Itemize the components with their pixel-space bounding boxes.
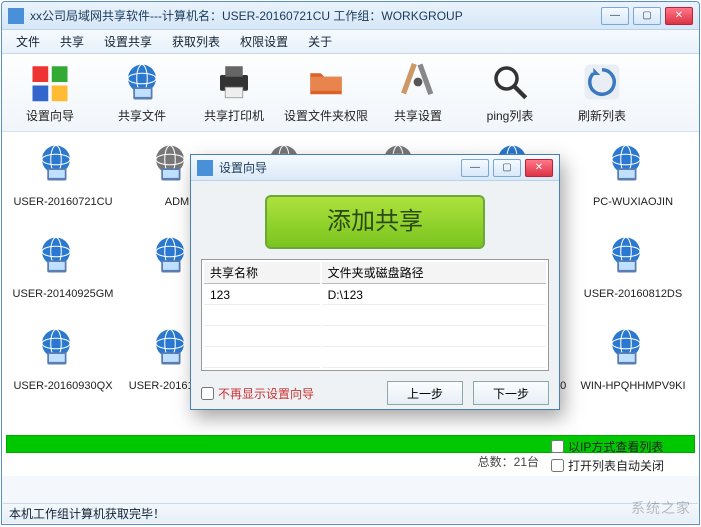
share-table[interactable]: 共享名称 文件夹或磁盘路径 123D:\123 — [201, 259, 549, 371]
computer-icon — [35, 326, 91, 378]
computer-label: USER-20160812DS — [584, 288, 682, 300]
table-row[interactable]: 123D:\123 — [204, 286, 546, 305]
computer-item[interactable]: WIN-HPQHHMPV9KI — [576, 322, 690, 414]
col-share-path: 文件夹或磁盘路径 — [322, 262, 546, 284]
menu-about[interactable]: 关于 — [298, 31, 342, 52]
check-by-ip[interactable]: 以IP方式查看列表 — [551, 438, 693, 455]
prev-button[interactable]: 上一步 — [387, 381, 463, 405]
statusbar: 本机工作组计算机获取完毕！ — [3, 503, 698, 523]
dialog-title: 设置向导 — [219, 159, 461, 176]
computer-item[interactable]: USER-20140925GM — [6, 230, 120, 322]
main-window: xx公司局域网共享软件---计算机名：USER-20160721CU 工作组：W… — [1, 1, 700, 525]
minimize-button[interactable]: — — [601, 7, 629, 25]
window-title: xx公司局域网共享软件---计算机名：USER-20160721CU 工作组：W… — [30, 7, 601, 24]
menu-set-share[interactable]: 设置共享 — [94, 31, 162, 52]
computer-icon — [605, 234, 661, 286]
computer-label: USER-20160930QX — [13, 380, 112, 392]
tool-label: 共享设置 — [394, 107, 442, 124]
tool-magnifier[interactable]: ping列表 — [470, 61, 550, 124]
tool-label: 设置文件夹权限 — [284, 107, 368, 124]
status-text: 本机工作组计算机获取完毕！ — [9, 505, 165, 522]
menu-get-list[interactable]: 获取列表 — [162, 31, 230, 52]
computer-label: USER-20140925GM — [13, 288, 114, 300]
tool-refresh[interactable]: 刷新列表 — [562, 61, 642, 124]
computer-icon — [35, 234, 91, 286]
cell-share-path: D:\123 — [322, 286, 546, 305]
tool-windows[interactable]: 设置向导 — [10, 61, 90, 124]
dialog-maximize-button[interactable]: ▢ — [493, 159, 521, 177]
wizard-dialog: 设置向导 — ▢ ✕ 添加共享 共享名称 文件夹或磁盘路径 123D:\123 … — [190, 154, 560, 410]
count-label: 总数：21台 — [478, 453, 539, 470]
tool-label: 设置向导 — [26, 107, 74, 124]
check-auto-close[interactable]: 打开列表自动关闭 — [551, 457, 693, 474]
menubar: 文件 共享 设置共享 获取列表 权限设置 关于 — [2, 30, 699, 54]
tool-label: ping列表 — [487, 107, 534, 124]
add-share-button[interactable]: 添加共享 — [265, 195, 485, 249]
app-icon — [8, 8, 24, 24]
computer-item[interactable]: USER-20160930QX — [6, 322, 120, 414]
computer-icon — [35, 142, 91, 194]
menu-share[interactable]: 共享 — [50, 31, 94, 52]
computer-label: USER-20160721CU — [13, 196, 112, 208]
main-titlebar[interactable]: xx公司局域网共享软件---计算机名：USER-20160721CU 工作组：W… — [2, 2, 699, 30]
tool-label: 共享文件 — [118, 107, 166, 124]
maximize-button[interactable]: ▢ — [633, 7, 661, 25]
tools-icon — [397, 61, 439, 103]
computer-item[interactable]: USER-20160721CU — [6, 138, 120, 230]
col-share-name: 共享名称 — [204, 262, 320, 284]
menu-permissions[interactable]: 权限设置 — [230, 31, 298, 52]
folder-icon — [305, 61, 347, 103]
tool-printer[interactable]: 共享打印机 — [194, 61, 274, 124]
cell-share-name: 123 — [204, 286, 320, 305]
printer-icon — [213, 61, 255, 103]
tool-globe[interactable]: 共享文件 — [102, 61, 182, 124]
dialog-icon — [197, 160, 213, 176]
computer-icon — [605, 326, 661, 378]
close-button[interactable]: ✕ — [665, 7, 693, 25]
tool-tools[interactable]: 共享设置 — [378, 61, 458, 124]
tool-label: 共享打印机 — [204, 107, 264, 124]
next-button[interactable]: 下一步 — [473, 381, 549, 405]
computer-item[interactable]: USER-20160812DS — [576, 230, 690, 322]
globe-icon — [121, 61, 163, 103]
computer-label: PC-WUXIAOJIN — [593, 196, 673, 208]
dialog-minimize-button[interactable]: — — [461, 159, 489, 177]
tool-folder[interactable]: 设置文件夹权限 — [286, 61, 366, 124]
computer-item[interactable]: PC-WUXIAOJIN — [576, 138, 690, 230]
dialog-titlebar[interactable]: 设置向导 — ▢ ✕ — [191, 155, 559, 181]
magnifier-icon — [489, 61, 531, 103]
tool-label: 刷新列表 — [578, 107, 626, 124]
toolbar: 设置向导 共享文件 共享打印机 设置文件夹权限 共享设置 ping列表 刷新列表 — [2, 54, 699, 132]
refresh-icon — [581, 61, 623, 103]
check-dont-show[interactable]: 不再显示设置向导 — [201, 385, 314, 402]
dialog-close-button[interactable]: ✕ — [525, 159, 553, 177]
windows-icon — [29, 61, 71, 103]
computer-icon — [605, 142, 661, 194]
computer-label: WIN-HPQHHMPV9KI — [580, 380, 685, 392]
menu-file[interactable]: 文件 — [6, 31, 50, 52]
computer-label: ADM — [165, 196, 189, 208]
